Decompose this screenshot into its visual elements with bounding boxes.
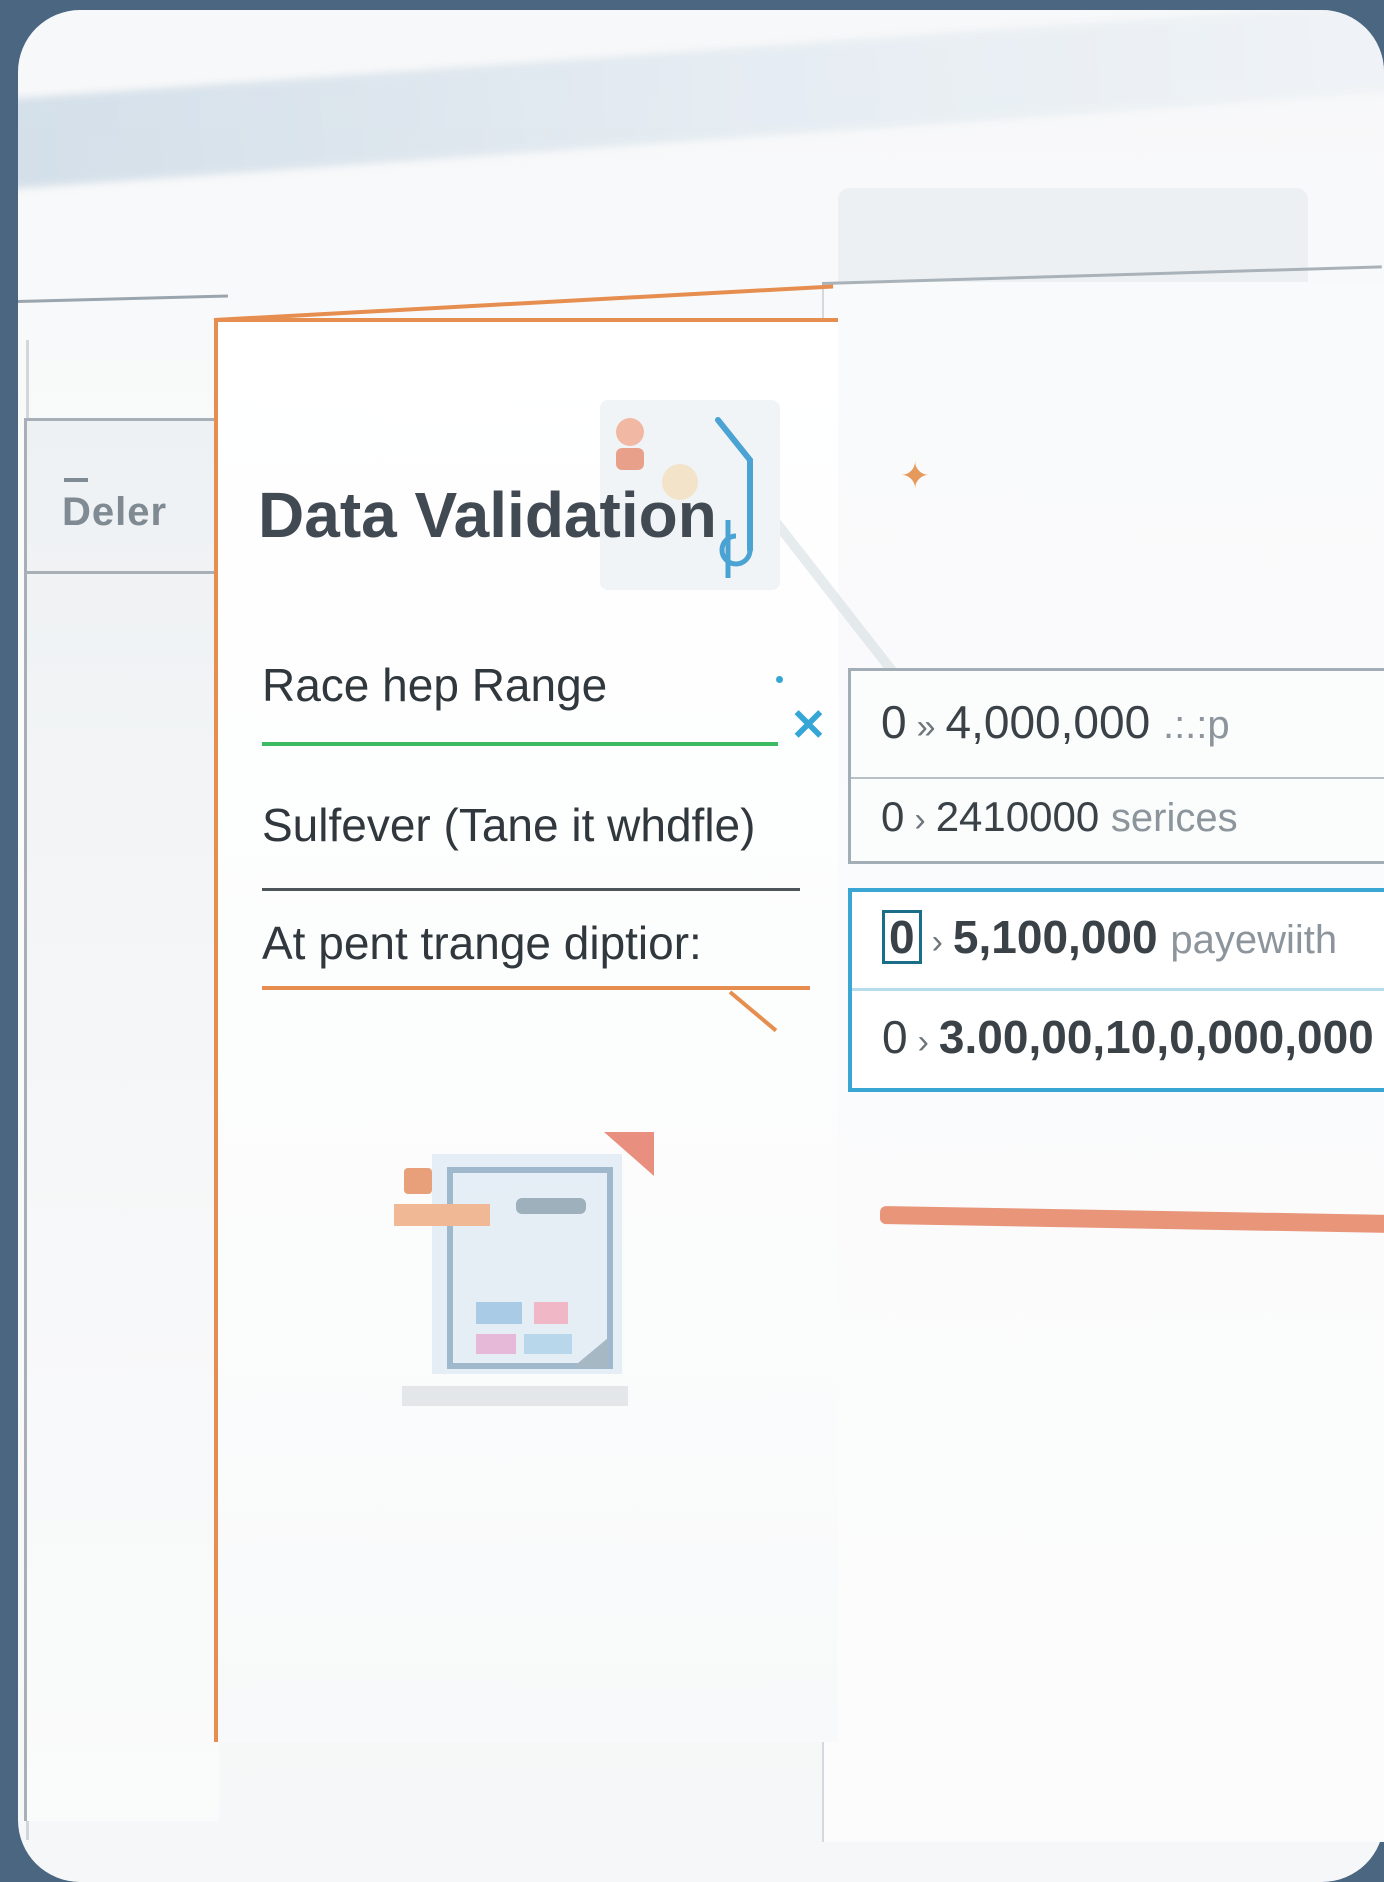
field-underline-gray [262,888,800,891]
field-label-sulfever: Sulfever (Tane it whdfle) [262,799,756,851]
document-illustration-icon [394,1132,654,1406]
range-separator [852,988,1384,991]
range-row-3[interactable]: 0 › 5,100,000 payewiith [882,910,1337,964]
side-panel [24,418,219,1821]
range-input-group-a: 0» 4,000,000 .:.:p 0 › 2410000 serices [848,668,1384,864]
header-streak [18,10,1384,191]
range-row-4[interactable]: 0 › 3.00,00,10,0,000,000 [882,1010,1374,1064]
field-label-trange: At pent trange diptior: [262,917,702,969]
range-start-selected[interactable]: 0 [882,910,922,964]
range-row-2[interactable]: 0 › 2410000 serices [881,793,1238,841]
tab-dash [64,478,88,482]
field-label-range: Race hep Range [262,659,608,711]
side-panel-divider [27,571,219,574]
indicator-dot [776,676,783,683]
range-separator [851,777,1384,779]
back-line [18,294,228,303]
close-icon[interactable]: ✕ [790,700,827,751]
range-input-group-b: 0 › 5,100,000 payewiith 0 › 3.00,00,10,0,000… [848,888,1384,1092]
sparkle-icon: ✦ [900,455,931,496]
range-row-1[interactable]: 0» 4,000,000 .:.:p [881,695,1230,749]
tab-deler[interactable]: Deler [62,490,167,535]
field-underline-orange [262,986,810,990]
dialog-title: Data Validation [258,479,717,551]
field-underline-green [262,742,778,746]
